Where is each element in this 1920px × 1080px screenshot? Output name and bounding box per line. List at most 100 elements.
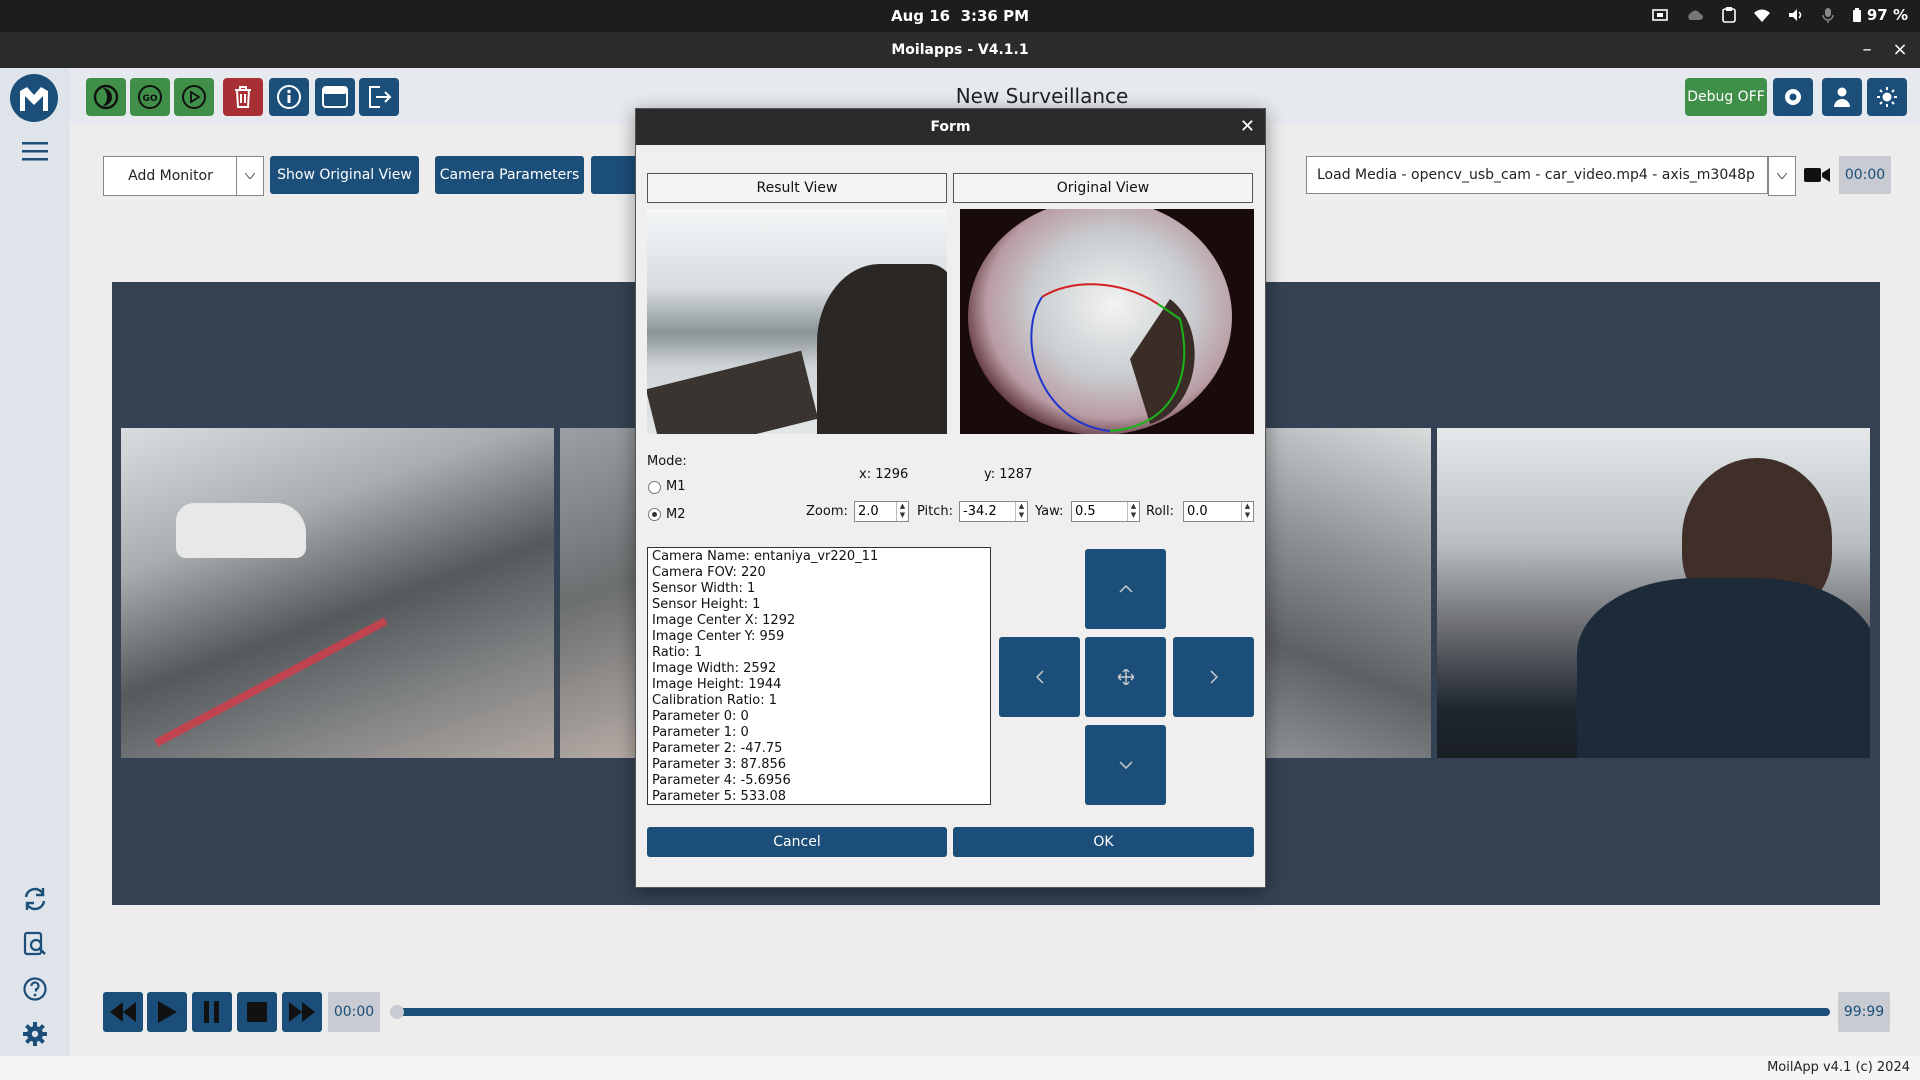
original-view-image[interactable] [960, 209, 1254, 434]
load-media-dropdown[interactable] [1768, 156, 1796, 196]
microphone-icon [1822, 8, 1834, 23]
result-view-image[interactable] [647, 209, 947, 434]
progress-slider[interactable] [390, 1005, 1830, 1019]
sidebar [0, 68, 70, 1056]
debug-toggle-button[interactable]: Debug OFF [1685, 78, 1767, 116]
sun-icon [1877, 87, 1897, 107]
ok-button[interactable]: OK [953, 827, 1254, 857]
zoom-value: 2.0 [858, 504, 879, 519]
camera-parameters-text[interactable]: Camera Name: entaniya_vr220_11 Camera FOV… [647, 547, 991, 805]
roll-spinbox[interactable]: 0.0 ▲ ▼ [1183, 501, 1254, 522]
pitch-spin-arrows[interactable]: ▲ ▼ [1015, 502, 1027, 521]
move-down-button[interactable] [1085, 725, 1166, 805]
user-button[interactable] [1822, 78, 1862, 116]
pause-button[interactable] [192, 992, 232, 1032]
dialog-title-bar: Form ✕ [636, 109, 1265, 145]
center-reset-button[interactable] [1085, 637, 1166, 717]
pitch-spinbox[interactable]: -34.2 ▲ ▼ [959, 501, 1028, 522]
radio-m2-dot [652, 512, 657, 517]
end-time: 99:99 [1838, 992, 1890, 1032]
parameter-line: Parameter 3: 87.856 [652, 757, 787, 772]
volume-icon [1788, 9, 1802, 21]
screen-share-icon [1652, 9, 1668, 21]
mode-label: Mode: [647, 454, 687, 469]
refresh-icon[interactable] [18, 882, 52, 916]
play-button[interactable] [147, 992, 187, 1032]
minimize-button[interactable]: – [1855, 38, 1879, 62]
parameter-line: Parameter 1: 0 [652, 725, 749, 740]
dialog-close-button[interactable]: ✕ [1240, 116, 1255, 137]
move-left-button[interactable] [999, 637, 1080, 717]
page-title: New Surveillance [955, 84, 1129, 108]
yaw-spinbox[interactable]: 0.5 ▲ ▼ [1071, 501, 1140, 522]
rewind-button[interactable] [103, 992, 143, 1032]
roll-label: Roll: [1146, 504, 1175, 519]
settings-gear-icon[interactable] [18, 1017, 52, 1051]
camera-feed-1[interactable] [121, 428, 554, 758]
camera-feed-3[interactable] [1264, 428, 1431, 758]
chevron-up-icon [1118, 585, 1133, 593]
radio-m1-label[interactable]: M1 [666, 479, 686, 494]
yaw-value: 0.5 [1075, 504, 1096, 519]
camera-feed-2[interactable] [560, 428, 635, 758]
window-close-button[interactable]: × [1888, 38, 1912, 62]
parameter-line: Calibration Ratio: 1 [652, 693, 778, 708]
result-person-shape [817, 264, 947, 434]
window-title-bar: Moilapps - V4.1.1 – × [0, 32, 1920, 68]
radio-m2-label[interactable]: M2 [666, 507, 686, 522]
hamburger-menu-icon[interactable] [18, 134, 52, 168]
media-timer: 00:00 [1839, 156, 1891, 194]
help-icon[interactable] [18, 972, 52, 1006]
system-top-bar: Aug 16 3:36 PM 97 % [0, 0, 1920, 32]
result-view-label[interactable]: Result View [647, 173, 947, 203]
current-time: 00:00 [328, 992, 380, 1032]
roll-spin-arrows[interactable]: ▲ ▼ [1241, 502, 1253, 521]
add-monitor-dropdown[interactable] [236, 156, 264, 196]
parameter-line: Ratio: 1 [652, 645, 703, 660]
search-document-icon[interactable] [18, 927, 52, 961]
fisheye-circle [968, 209, 1232, 434]
zoom-spinbox[interactable]: 2.0 ▲ ▼ [854, 501, 909, 522]
original-view-label[interactable]: Original View [953, 173, 1253, 203]
move-arrows-icon [1117, 669, 1134, 685]
moil-logo [10, 74, 58, 122]
slider-handle[interactable] [390, 1005, 404, 1019]
zoom-spin-arrows[interactable]: ▲ ▼ [896, 502, 908, 521]
radio-m1[interactable] [648, 481, 661, 494]
camera-icon[interactable] [1804, 164, 1832, 186]
roll-value: 0.0 [1187, 504, 1208, 519]
parameter-line: Parameter 2: -47.75 [652, 741, 783, 756]
clipboard-icon [1722, 7, 1736, 23]
camera-parameters-button[interactable]: Camera Parameters [435, 156, 584, 194]
fast-forward-button[interactable] [282, 992, 322, 1032]
record-button[interactable] [1773, 78, 1813, 116]
radio-m2[interactable] [648, 508, 661, 521]
move-right-button[interactable] [1173, 637, 1254, 717]
rewind-icon [110, 1002, 136, 1022]
status-footer: MoilApp v4.1 (c) 2024 [0, 1056, 1920, 1080]
pitch-value: -34.2 [963, 504, 997, 519]
chevron-down-icon [1777, 173, 1787, 179]
camera-feed-4[interactable] [1437, 428, 1870, 758]
fisheye-image-svg [968, 209, 1232, 434]
toolbar-hidden-button[interactable] [591, 156, 641, 194]
footer-copyright: MoilApp v4.1 (c) 2024 [1767, 1060, 1910, 1075]
parameter-line: Parameter 0: 0 [652, 709, 749, 724]
parameter-line: Parameter 5: 533.08 [652, 789, 787, 804]
result-desk-shape [647, 350, 819, 434]
yaw-spin-arrows[interactable]: ▲ ▼ [1127, 502, 1139, 521]
cancel-button[interactable]: Cancel [647, 827, 947, 857]
stop-button[interactable] [237, 992, 277, 1032]
parameter-line: Camera Name: entaniya_vr220_11 [652, 549, 879, 564]
system-clock[interactable]: Aug 16 3:36 PM [0, 7, 1920, 25]
show-original-view-button[interactable]: Show Original View [270, 156, 419, 194]
move-up-button[interactable] [1085, 549, 1166, 629]
system-tray[interactable]: 97 % [1652, 6, 1908, 24]
chevron-down-icon [245, 173, 255, 179]
stop-icon [247, 1002, 267, 1022]
form-dialog: Form ✕ Result View Original View Mode: M… [635, 108, 1266, 888]
load-media-select[interactable]: Load Media - opencv_usb_cam - car_video.… [1306, 156, 1768, 194]
pause-icon [204, 1001, 219, 1023]
theme-toggle-button[interactable] [1867, 78, 1907, 116]
add-monitor-button[interactable]: Add Monitor [103, 156, 238, 196]
